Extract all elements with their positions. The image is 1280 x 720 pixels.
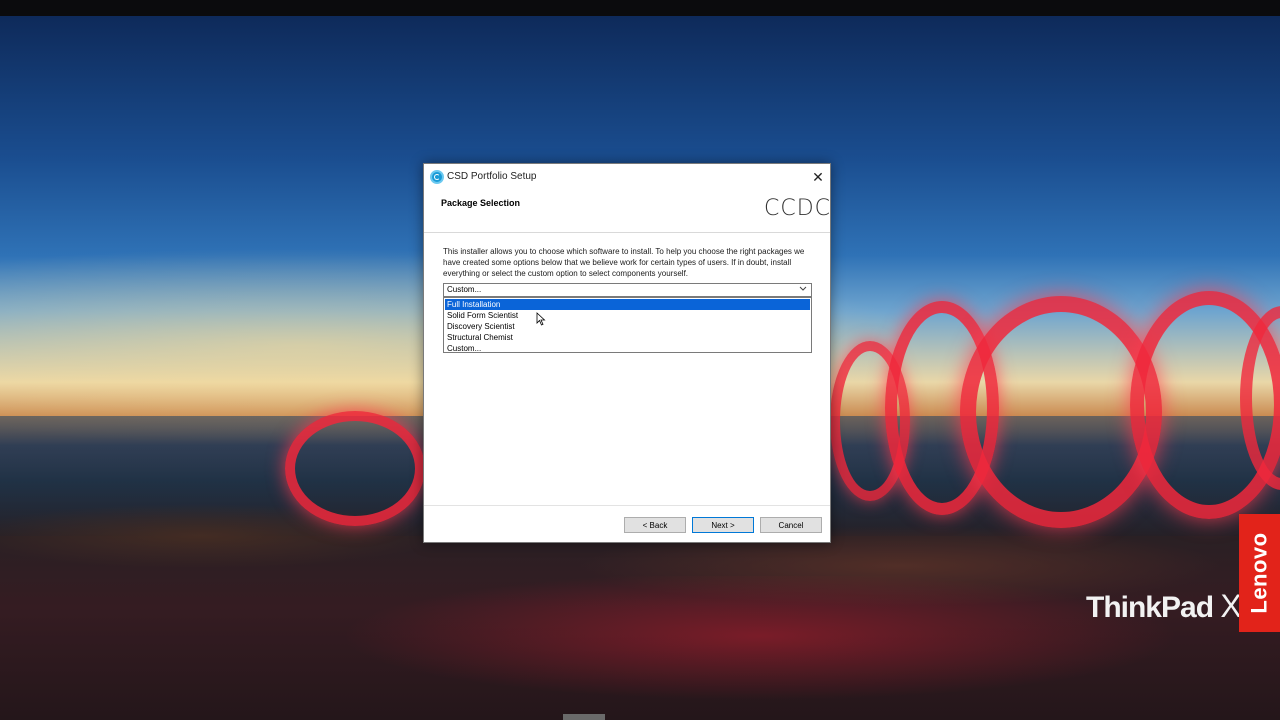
lenovo-logo: Lenovo: [1239, 514, 1280, 632]
thinkpad-text: ThinkPad: [1086, 591, 1214, 624]
ccdc-logo: CCDC: [764, 196, 832, 221]
package-select[interactable]: Custom...: [443, 283, 812, 297]
option-custom[interactable]: Custom...: [445, 343, 810, 354]
next-button[interactable]: Next >: [692, 517, 754, 533]
chevron-down-icon[interactable]: [799, 284, 807, 294]
title-bar[interactable]: CSD Portfolio Setup ✕: [424, 164, 830, 190]
thinkpad-x1-logo: ThinkPad X1: [1086, 588, 1259, 625]
back-button[interactable]: < Back: [624, 517, 686, 533]
ccdc-app-icon: [430, 170, 444, 184]
header-band: Package Selection CCDC: [424, 190, 830, 233]
page-title: Package Selection: [441, 198, 521, 208]
option-structural-chemist[interactable]: Structural Chemist: [445, 332, 810, 343]
option-discovery-scientist[interactable]: Discovery Scientist: [445, 321, 810, 332]
taskbar-hint: [563, 714, 605, 720]
package-select-value: Custom...: [447, 285, 482, 294]
cancel-button[interactable]: Cancel: [760, 517, 822, 533]
top-bar: [0, 0, 1280, 16]
option-full-installation[interactable]: Full Installation: [445, 299, 810, 310]
description-text: This installer allows you to choose whic…: [443, 247, 805, 278]
close-icon[interactable]: ✕: [808, 167, 828, 187]
option-solid-form-scientist[interactable]: Solid Form Scientist: [445, 310, 810, 321]
footer-divider: [424, 505, 830, 506]
light-swirl: [285, 411, 425, 526]
window-title: CSD Portfolio Setup: [447, 171, 537, 182]
lenovo-text: Lenovo: [1246, 532, 1272, 614]
package-dropdown-list: Full Installation Solid Form Scientist D…: [443, 297, 812, 353]
setup-dialog: CSD Portfolio Setup ✕ Package Selection …: [423, 163, 831, 543]
